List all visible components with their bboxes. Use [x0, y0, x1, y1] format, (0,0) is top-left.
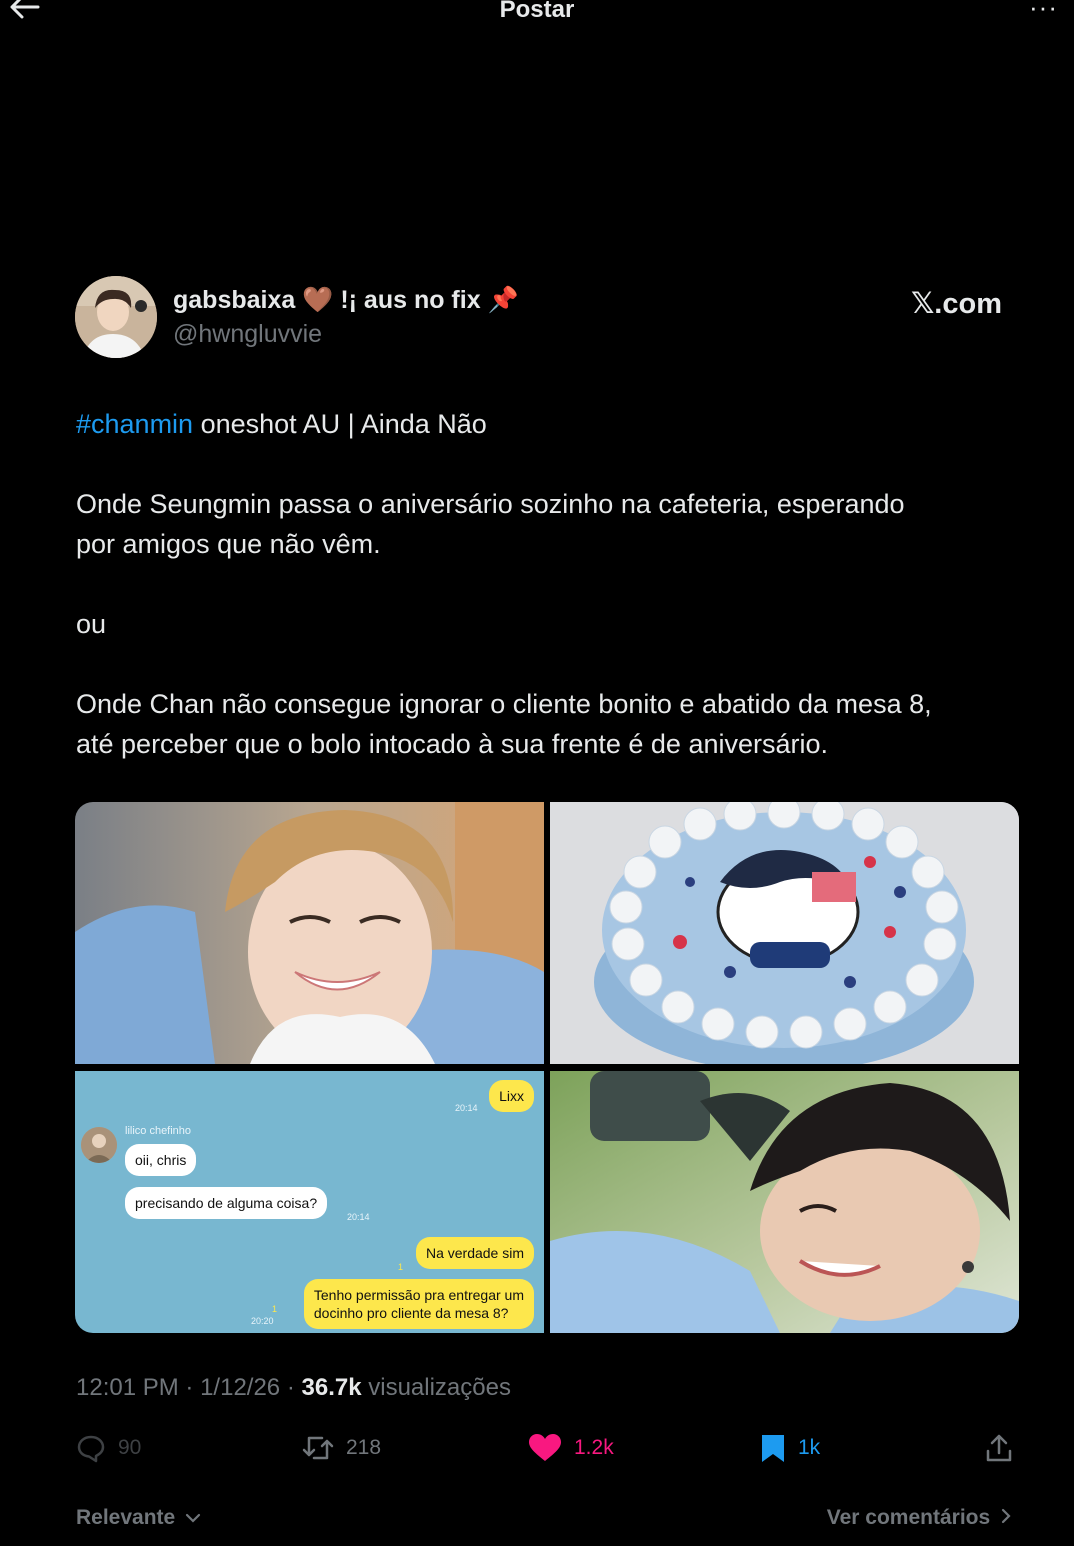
brown-heart-emoji: 🤎: [302, 286, 334, 314]
repost-button[interactable]: 218: [302, 1430, 381, 1466]
chat-avatar: [81, 1127, 117, 1163]
post-time: 12:01 PM: [76, 1374, 179, 1401]
pushpin-emoji: 📌: [487, 286, 519, 314]
media-chat-screenshot[interactable]: Lixx 20:14 lilico chefinho oii, chris pr…: [75, 1071, 544, 1333]
reply-count: 90: [118, 1436, 142, 1459]
more-options-icon[interactable]: ···: [1029, 0, 1058, 23]
hashtag-link[interactable]: #chanmin: [76, 409, 193, 439]
chat-read-count: 1: [272, 1304, 278, 1314]
views-label: visualizações: [368, 1374, 511, 1401]
chat-read-count: 1: [398, 1262, 404, 1272]
post-paragraph-3: Onde Chan não consegue ignorar o cliente…: [76, 684, 1026, 764]
bookmark-count: 1k: [798, 1436, 821, 1459]
media-photo-cake[interactable]: [550, 802, 1019, 1064]
avatar[interactable]: [75, 276, 157, 358]
chat-line: docinho pro cliente da mesa 8?: [313, 1305, 509, 1321]
like-button[interactable]: 1.2k: [528, 1430, 614, 1466]
chat-bubble: Lixx: [489, 1080, 534, 1112]
chevron-down-icon: [185, 1513, 201, 1523]
post-paragraph-1: Onde Seungmin passa o aniversário sozinh…: [76, 484, 1026, 564]
author-display-name[interactable]: gabsbaixa 🤎 !¡ aus no fix 📌: [173, 286, 519, 315]
views-count: 36.7k: [301, 1374, 362, 1401]
post-paragraph-2: ou: [76, 609, 107, 639]
view-comments-link[interactable]: Ver comentários: [827, 1506, 1012, 1530]
post-line: por amigos que não vêm.: [76, 529, 381, 559]
sort-dropdown[interactable]: Relevante: [76, 1506, 201, 1530]
reply-button[interactable]: 90: [76, 1430, 141, 1466]
repost-count: 218: [346, 1436, 382, 1459]
post-date: 1/12/26: [200, 1374, 281, 1401]
chat-bubble: Na verdade sim: [415, 1237, 534, 1269]
media-photo-2[interactable]: [550, 1071, 1019, 1333]
sort-label: Relevante: [76, 1506, 176, 1529]
share-button[interactable]: [984, 1430, 1026, 1466]
chevron-right-icon: [1001, 1508, 1011, 1524]
post-line: Onde Seungmin passa o aniversário sozinh…: [76, 489, 905, 519]
chat-line: Tenho permissão pra entregar um: [313, 1287, 524, 1303]
chat-bubble: Tenho permissão pra entregar um docinho …: [303, 1279, 534, 1329]
post-meta: 12:01 PM · 1/12/26 · 36.7k visualizações: [76, 1374, 511, 1401]
source-label: 𝕏.com: [910, 288, 1002, 320]
chat-bubble: oii, chris: [125, 1144, 197, 1176]
media-photo-1[interactable]: [75, 802, 544, 1064]
share-icon: [986, 1434, 1012, 1462]
chat-time: 20:14: [347, 1212, 370, 1222]
author-handle[interactable]: @hwngluvvie: [173, 320, 322, 349]
view-comments-label: Ver comentários: [826, 1506, 991, 1529]
post-line: Onde Chan não consegue ignorar o cliente…: [76, 689, 932, 719]
author-name-text: gabsbaixa: [173, 286, 296, 314]
bookmark-button[interactable]: 1k: [760, 1430, 820, 1466]
page-title: Postar: [499, 0, 575, 23]
like-count: 1.2k: [574, 1436, 614, 1459]
chat-sender-name: lilico chefinho: [125, 1125, 192, 1137]
post-title-text: oneshot AU | Ainda Não: [193, 409, 487, 439]
author-name-suffix: !¡ aus no fix: [340, 286, 481, 314]
bookmark-icon: [762, 1435, 784, 1462]
chat-time: 20:14: [455, 1103, 478, 1113]
post-line: até perceber que o bolo intocado à sua f…: [76, 729, 829, 759]
post-title-line: #chanmin oneshot AU | Ainda Não: [76, 404, 1026, 444]
heart-icon: [529, 1434, 561, 1461]
reply-icon: [77, 1435, 105, 1463]
repost-icon: [302, 1436, 334, 1460]
chat-time: 20:20: [251, 1316, 274, 1326]
chat-bubble: precisando de alguma coisa?: [125, 1187, 328, 1219]
